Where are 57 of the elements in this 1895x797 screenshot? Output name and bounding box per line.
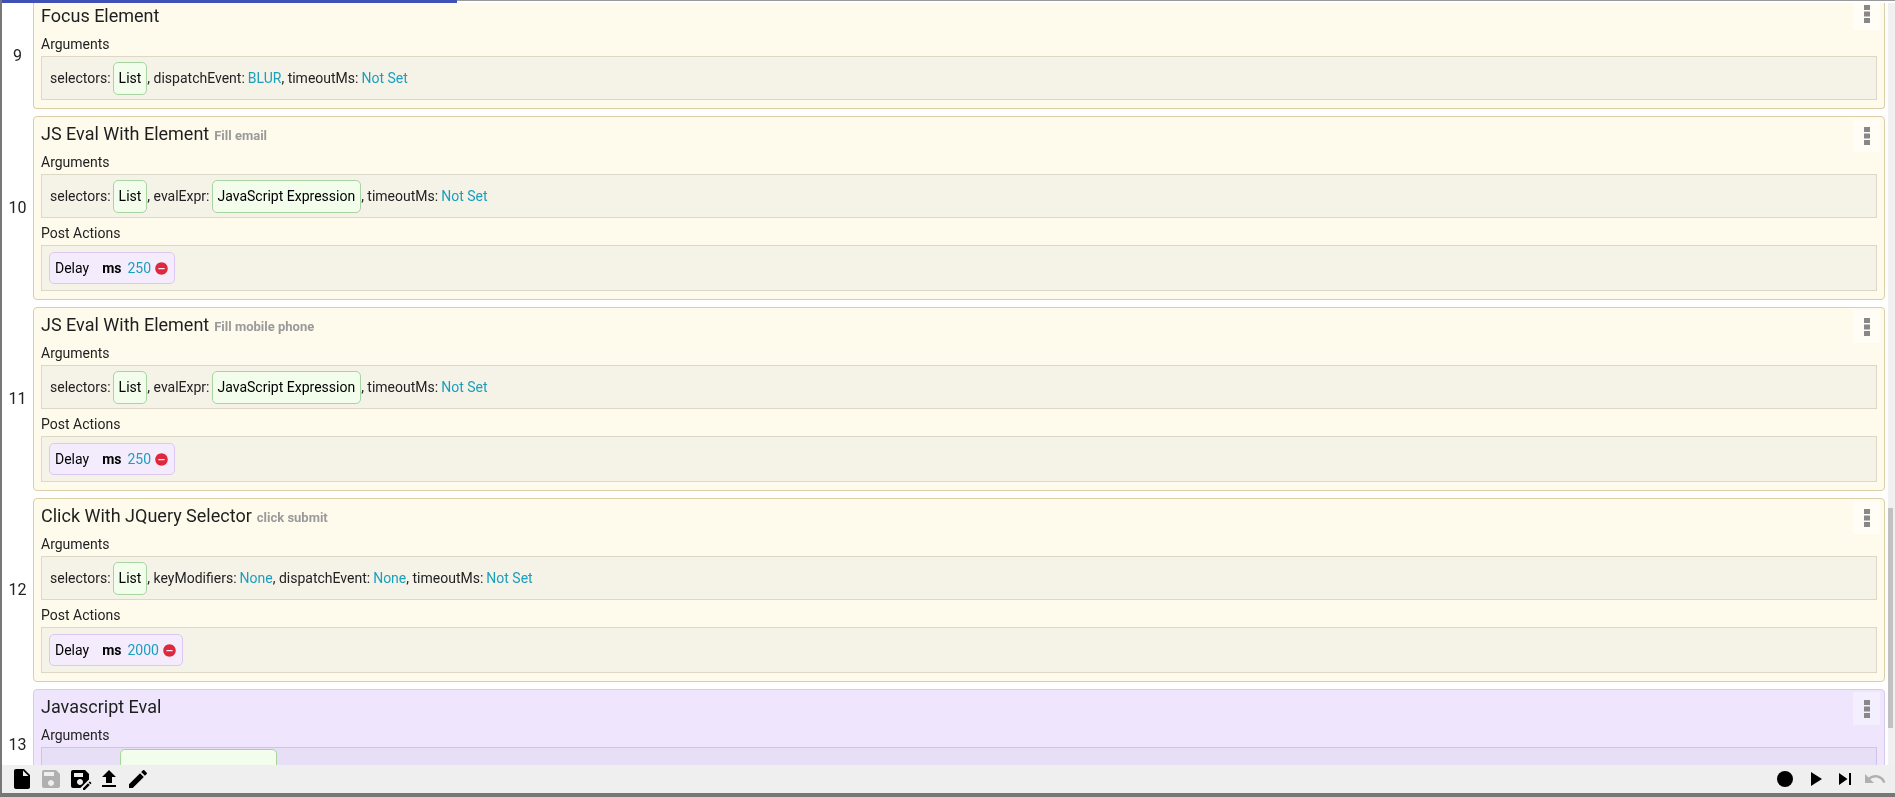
argument-value[interactable]: None [239, 567, 273, 589]
argument-name: , timeoutMs: [406, 568, 484, 588]
argument-chip[interactable]: List [112, 61, 148, 95]
argument-name: selectors: [50, 68, 111, 88]
step-number: 12 [8, 579, 27, 601]
argument-chip[interactable]: List [112, 370, 148, 404]
argument-name: , evalExpr: [147, 377, 210, 397]
step-number: 11 [8, 388, 27, 410]
argument-value[interactable]: Not Set [361, 67, 408, 89]
action-key: ms [102, 448, 122, 470]
section-label: Arguments [41, 535, 111, 553]
delay-action-chip[interactable]: Delay ms 2000 [49, 634, 183, 666]
action-name: Delay [55, 258, 90, 278]
argument-name: selectors: [50, 377, 111, 397]
step-title: Javascript Eval [41, 695, 162, 719]
delay-action-chip[interactable]: Delay ms 250 [49, 252, 176, 284]
action-key: ms [102, 257, 122, 279]
argument-name: , dispatchEvent: [272, 568, 371, 588]
action-name: Delay [55, 449, 90, 469]
action-key: ms [102, 639, 122, 661]
delay-action-chip[interactable]: Delay ms 250 [49, 443, 176, 475]
argument-chip[interactable]: List [112, 561, 148, 595]
step-note: Fill email [214, 127, 268, 145]
action-value[interactable]: 250 [127, 257, 152, 279]
argument-name: , evalExpr: [147, 186, 210, 206]
step-title: JS Eval With Element [41, 122, 210, 146]
step-title: Click With JQuery Selector [41, 504, 252, 528]
section-label: Post Actions [41, 606, 122, 624]
action-value[interactable]: 2000 [127, 639, 159, 661]
action-name: Delay [55, 640, 90, 660]
argument-name: , timeoutMs: [361, 186, 439, 206]
argument-name: , dispatchEvent: [147, 68, 245, 88]
section-label: Arguments [41, 344, 111, 362]
step-number: 10 [8, 197, 27, 219]
section-label: Arguments [41, 153, 111, 171]
step-title: JS Eval With Element [41, 313, 210, 337]
argument-value[interactable]: Not Set [441, 185, 488, 207]
action-value[interactable]: 250 [127, 448, 152, 470]
argument-name: selectors: [50, 186, 111, 206]
step-number: 13 [8, 733, 27, 756]
argument-name: , timeoutMs: [361, 377, 439, 397]
argument-value[interactable]: Not Set [441, 376, 488, 398]
step-number: 9 [13, 45, 22, 67]
argument-name: , timeoutMs: [281, 68, 359, 88]
section-label: Arguments [41, 726, 111, 744]
section-label: Arguments [41, 35, 111, 53]
step-title: Focus Element [41, 4, 160, 28]
argument-chip[interactable]: JavaScript Expression [211, 370, 362, 404]
argument-value[interactable]: Not Set [486, 567, 533, 589]
argument-name: , keyModifiers: [147, 568, 237, 588]
step-note: Fill mobile phone [214, 318, 315, 336]
argument-chip[interactable]: JavaScript Expression [211, 179, 362, 213]
step-note: click submit [256, 509, 328, 527]
section-label: Post Actions [41, 415, 122, 433]
argument-name: selectors: [50, 568, 111, 588]
section-label: Post Actions [41, 224, 122, 242]
argument-chip[interactable]: List [112, 179, 148, 213]
